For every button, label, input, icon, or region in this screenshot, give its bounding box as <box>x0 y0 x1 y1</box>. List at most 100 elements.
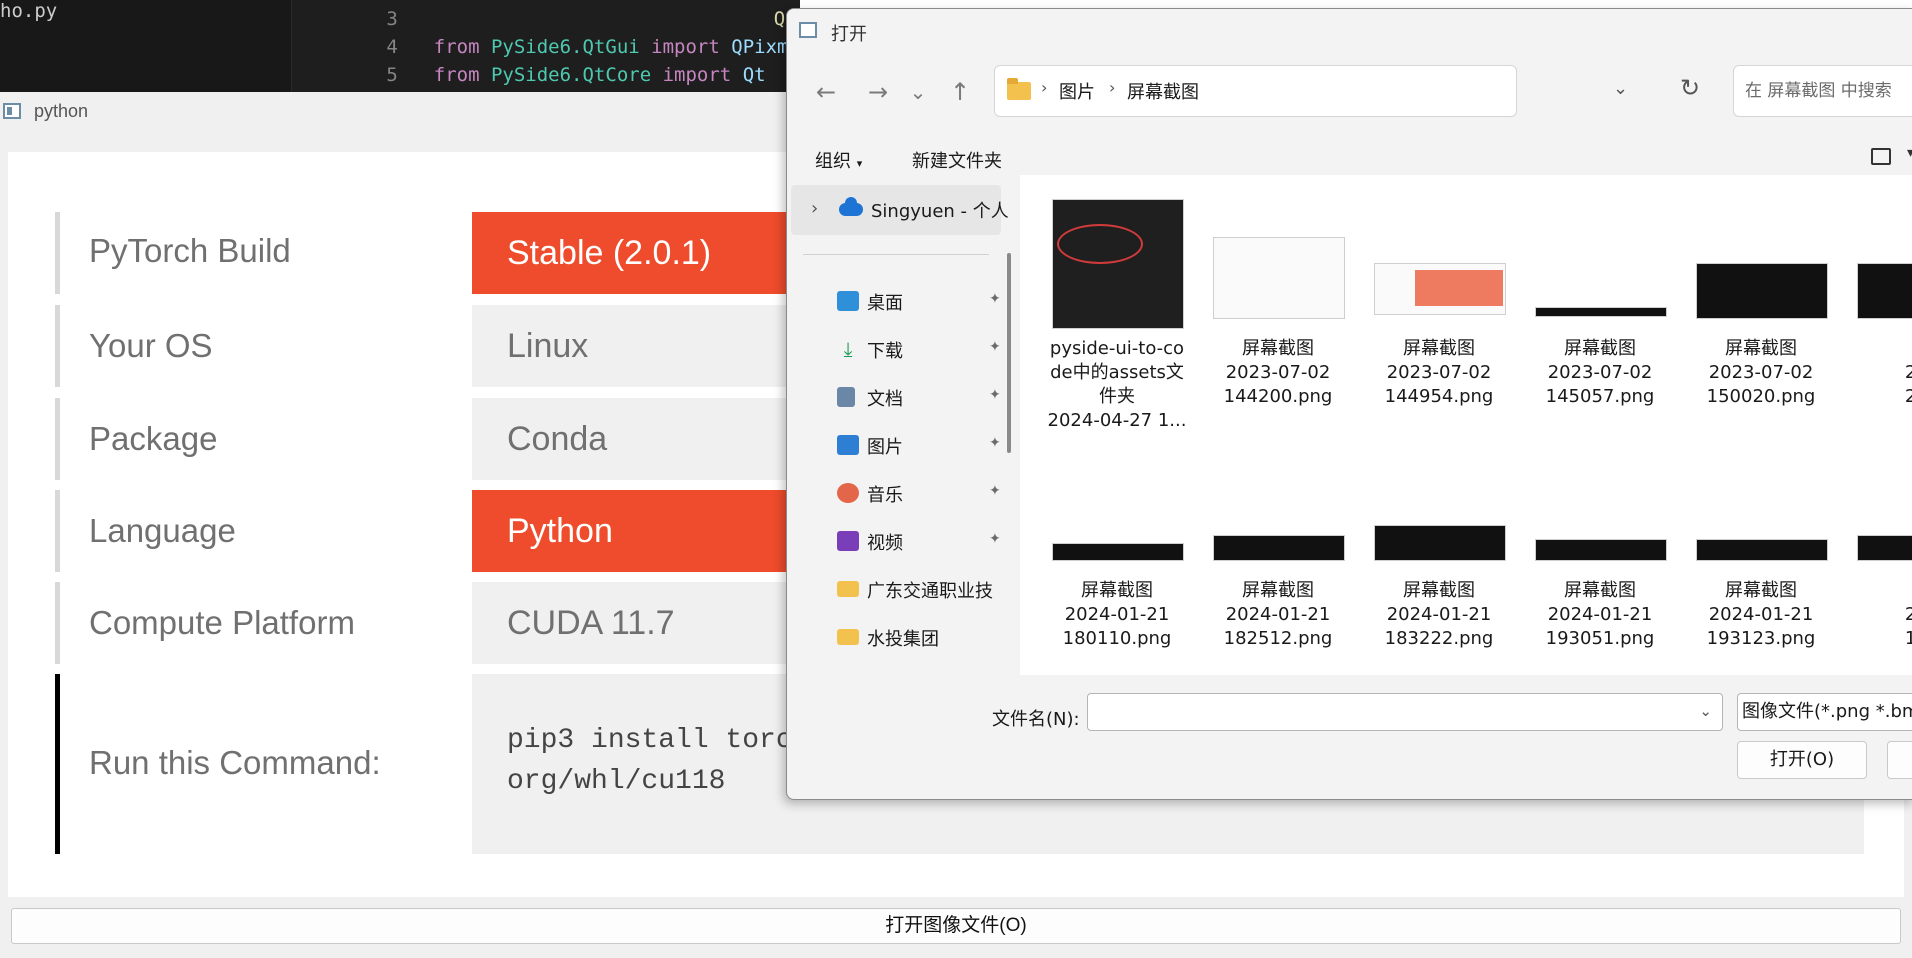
nav-item-folder-gdcp[interactable]: 广东交通职业技 <box>837 571 997 611</box>
file-name: 屏幕截图 2024-01-21 193123.png <box>1680 579 1842 651</box>
caret-down-icon: ▾ <box>856 157 863 170</box>
thumbnail-image <box>1857 535 1912 561</box>
file-name-line: 180110.png <box>1062 628 1172 649</box>
pin-icon: ✦ <box>989 387 1001 403</box>
nav-item-onedrive[interactable]: › Singyuen - 个人 <box>791 185 1009 235</box>
onedrive-cloud-icon <box>839 197 863 216</box>
open-file-dialog: 打开 ← → ⌄ ↑ › 图片 › 屏幕截图 ⌄ ↻ 在 屏幕截图 中搜索 组织… <box>786 8 1912 800</box>
breadcrumb-separator: › <box>1109 78 1116 97</box>
file-name-line: 193051.png <box>1545 628 1655 649</box>
nav-item-music[interactable]: 音乐 ✦ <box>837 475 1001 515</box>
chevron-down-icon[interactable]: ⌄ <box>1699 702 1712 720</box>
file-name-line: 2024-01-21 <box>1547 604 1653 625</box>
code-module: PySide6.QtCore <box>490 64 652 86</box>
filename-input[interactable]: ⌄ <box>1087 693 1723 731</box>
code-keyword: from <box>433 64 480 86</box>
new-folder-button[interactable]: 新建文件夹 <box>912 147 1002 173</box>
folder-icon <box>1007 78 1031 100</box>
thumbnail-image <box>1052 543 1184 561</box>
search-input[interactable]: 在 屏幕截图 中搜索 <box>1733 65 1912 117</box>
thumbnail-image <box>1374 263 1506 315</box>
nav-item-videos[interactable]: 视频 ✦ <box>837 523 1001 563</box>
nav-item-folder-water[interactable]: 水投集团 <box>837 619 997 659</box>
file-name-line: 2023-07-02 <box>1225 362 1331 383</box>
recent-locations-chevron-icon[interactable]: ⌄ <box>901 75 935 109</box>
filename-label: 文件名(N): <box>992 709 1080 730</box>
pin-icon: ✦ <box>989 339 1001 355</box>
cancel-button[interactable]: 取消 <box>1887 741 1912 779</box>
nav-item-label: 文档 <box>867 389 903 410</box>
organize-menu[interactable]: 组织 ▾ <box>815 147 862 173</box>
row-marker <box>55 305 60 387</box>
pictures-icon <box>837 435 859 455</box>
editor-file-name[interactable]: ho.py <box>0 0 57 22</box>
file-name-line: 2024-01-21 <box>1064 604 1170 625</box>
file-name-line: 150020.png <box>1706 386 1816 407</box>
file-name-line: 183222.png <box>1384 628 1494 649</box>
nav-item-label: Singyuen - 个人 <box>871 201 1009 222</box>
address-bar[interactable]: › 图片 › 屏幕截图 ⌄ <box>994 65 1628 117</box>
row-label: Language <box>89 512 236 549</box>
folder-icon <box>837 629 859 645</box>
code-line-6: 6 <box>292 70 434 92</box>
nav-item-documents[interactable]: 文档 ✦ <box>837 379 1001 419</box>
file-name: pyside-ui-to-co de中的assets文 件夹 2024-04-2… <box>1036 337 1198 433</box>
code-editor: ho.py 3QPushButton,QFileDialog 4from PyS… <box>0 0 800 92</box>
nav-item-pictures[interactable]: 图片 ✦ <box>837 427 1001 467</box>
open-image-button[interactable]: 打开图像文件(O) <box>11 908 1901 944</box>
nav-item-label: 广东交通职业技 <box>867 581 993 602</box>
thumbnail <box>1847 199 1912 349</box>
file-name-line: 件夹 <box>1099 386 1135 407</box>
nav-item-label: 音乐 <box>867 485 903 506</box>
back-arrow-icon[interactable]: ← <box>809 75 843 109</box>
up-arrow-icon[interactable]: ↑ <box>943 75 977 109</box>
file-name-line: 屏幕截图 <box>1725 580 1797 601</box>
row-label: Run this Command: <box>89 744 381 781</box>
expand-chevron-icon[interactable]: › <box>811 198 818 219</box>
file-name-line: 屏幕截图 <box>1242 580 1314 601</box>
nav-item-downloads[interactable]: ⤓ 下载 ✦ <box>837 331 1001 371</box>
row-marker <box>55 212 60 294</box>
file-type-select[interactable]: 图像文件(*.png *.bmp <box>1737 693 1912 731</box>
dialog-titlebar[interactable]: 打开 <box>787 9 1912 53</box>
nav-item-label: 下载 <box>867 341 903 362</box>
thumbnail-detail <box>1415 270 1503 306</box>
address-dropdown-icon[interactable]: ⌄ <box>1613 78 1628 99</box>
row-marker <box>55 490 60 572</box>
file-name-line: 屏幕截图 <box>1564 338 1636 359</box>
thumbnail <box>1525 199 1675 349</box>
view-options-caret-icon[interactable]: ▾ <box>1907 145 1912 161</box>
open-button[interactable]: 打开(O) <box>1737 741 1867 779</box>
file-name-line: 202 <box>1841 361 1912 385</box>
view-mode-icon[interactable] <box>1871 148 1891 165</box>
file-name-line: 2023-07-02 <box>1547 362 1653 383</box>
nav-scrollbar[interactable] <box>1007 253 1011 453</box>
code-line-3: 3QPushButton,QFileDialog <box>292 0 800 30</box>
organize-label: 组织 <box>815 151 851 172</box>
file-name: 屏幕截图 2023-07-02 145057.png <box>1519 337 1681 409</box>
refresh-icon[interactable]: ↻ <box>1680 74 1700 102</box>
music-icon <box>837 483 859 503</box>
thumbnail-image <box>1052 199 1184 329</box>
nav-item-desktop[interactable]: 桌面 ✦ <box>837 283 1001 323</box>
app-window-icon <box>3 103 21 119</box>
breadcrumb-screenshots[interactable]: 屏幕截图 <box>1127 78 1199 104</box>
file-name-line: 2024-01-21 <box>1225 604 1331 625</box>
file-name-line: 屏幕截图 <box>1242 338 1314 359</box>
file-name-line: de中的assets文 <box>1050 362 1184 383</box>
red-circle-annotation <box>1057 224 1143 264</box>
dialog-window-icon <box>799 22 817 38</box>
file-name: 屏幕截图 2023-07-02 144200.png <box>1197 337 1359 409</box>
file-name: 屏幕截图 2024-01-21 180110.png <box>1036 579 1198 651</box>
nav-item-label: 视频 <box>867 533 903 554</box>
breadcrumb-pictures[interactable]: 图片 <box>1059 78 1095 104</box>
thumbnail-image <box>1374 525 1506 561</box>
file-name: 屏幕截图 2024-01-21 182512.png <box>1197 579 1359 651</box>
forward-arrow-icon[interactable]: → <box>861 75 895 109</box>
thumbnail-image <box>1213 237 1345 319</box>
file-name: 屏幕截图 2023-07-02 144954.png <box>1358 337 1520 409</box>
pin-icon: ✦ <box>989 435 1001 451</box>
documents-icon <box>837 387 855 407</box>
row-label: Compute Platform <box>89 604 355 641</box>
folder-icon <box>837 581 859 597</box>
